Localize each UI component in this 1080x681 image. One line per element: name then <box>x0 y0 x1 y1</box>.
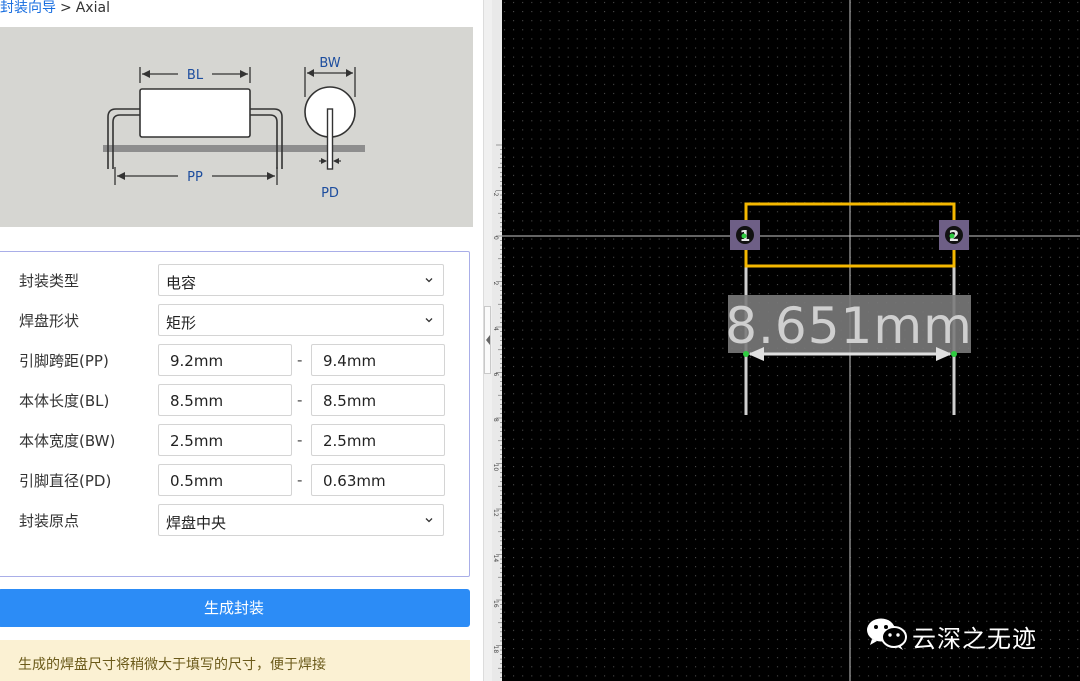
tip-banner: 生成的焊盘尺寸将稍微大于填写的尺寸，便于焊接 <box>0 640 470 681</box>
breadcrumb-link-wizard[interactable]: 封装向导 <box>0 0 56 16</box>
body-length-min-value: 8.5mm <box>170 392 224 410</box>
diagram-label-pp: PP <box>187 170 203 185</box>
dimension-anchor-right <box>951 351 957 357</box>
watermark-text: 云深之无迹 <box>912 625 1037 653</box>
pad-1-anchor <box>741 233 747 239</box>
package-type-label: 封装类型 <box>19 272 80 290</box>
pin-diameter-min-input[interactable]: 0.5mm <box>158 464 292 496</box>
pin-pitch-min-value: 9.2mm <box>170 352 224 370</box>
dimension-value: 8.651mm <box>725 297 973 355</box>
body-width-max-value: 2.5mm <box>323 432 377 450</box>
ruler-label: 14 <box>492 555 499 563</box>
pin-diameter-label: 引脚直径(PD) <box>19 472 112 490</box>
row-origin: 封装原点 焊盘中央 <box>0 504 469 540</box>
breadcrumb: 封装向导 > Axial <box>0 0 110 17</box>
origin-select[interactable]: 焊盘中央 <box>158 504 444 536</box>
diagram-label-bw: BW <box>319 56 340 71</box>
body-width-min-value: 2.5mm <box>170 432 224 450</box>
chevron-down-icon <box>425 278 433 283</box>
pcb-canvas[interactable]: 1 2 8.651mm <box>502 0 1080 681</box>
range-separator: - <box>297 471 303 489</box>
axial-dimension-diagram: BL PP BW PD <box>0 27 473 227</box>
pad-2-anchor <box>949 233 955 239</box>
pin-pitch-max-value: 9.4mm <box>323 352 377 370</box>
row-pin-pitch: 引脚跨距(PP) 9.2mm - 9.4mm <box>0 344 469 380</box>
body-length-label: 本体长度(BL) <box>19 392 110 410</box>
body-length-max-value: 8.5mm <box>323 392 377 410</box>
pin-diameter-min-value: 0.5mm <box>170 472 224 490</box>
body-width-min-input[interactable]: 2.5mm <box>158 424 292 456</box>
body-length-min-input[interactable]: 8.5mm <box>158 384 292 416</box>
pin-pitch-min-input[interactable]: 9.2mm <box>158 344 292 376</box>
ruler-label: 4 <box>492 327 499 331</box>
package-type-select[interactable]: 电容 <box>158 264 444 296</box>
collapse-arrow-icon <box>486 335 490 345</box>
row-package-type: 封装类型 电容 <box>0 264 469 300</box>
breadcrumb-current: Axial <box>75 0 110 16</box>
body-length-max-input[interactable]: 8.5mm <box>311 384 445 416</box>
row-body-length: 本体长度(BL) 8.5mm - 8.5mm <box>0 384 469 420</box>
pin-diameter-max-input[interactable]: 0.63mm <box>311 464 445 496</box>
tip-text: 生成的焊盘尺寸将稍微大于填写的尺寸，便于焊接 <box>18 657 326 673</box>
chevron-down-icon <box>425 518 433 523</box>
pad-shape-select[interactable]: 矩形 <box>158 304 444 336</box>
dimension-anchor-left <box>743 351 749 357</box>
ruler-label: 6 <box>492 373 499 377</box>
ruler-label: 12 <box>492 509 499 517</box>
ruler-label: 2 <box>492 282 499 286</box>
range-separator: - <box>297 351 303 369</box>
wizard-panel: 封装向导 > Axial BL PP BW PD 封装类型 电容 焊盘形状 矩形… <box>0 0 484 681</box>
row-body-width: 本体宽度(BW) 2.5mm - 2.5mm <box>0 424 469 460</box>
breadcrumb-separator: > <box>60 0 72 16</box>
origin-value: 焊盘中央 <box>166 514 227 532</box>
vertical-ruler: -2 0 2 4 6 8 10 12 14 16 18 <box>492 0 502 681</box>
ruler-label: 0 <box>492 236 499 240</box>
generate-package-button[interactable]: 生成封装 <box>0 589 470 627</box>
row-pad-shape: 焊盘形状 矩形 <box>0 304 469 340</box>
ruler-label: 16 <box>492 600 499 608</box>
body-width-label: 本体宽度(BW) <box>19 432 116 450</box>
ruler-label: 18 <box>492 646 499 654</box>
range-separator: - <box>297 391 303 409</box>
package-type-value: 电容 <box>166 274 197 292</box>
body-width-max-input[interactable]: 2.5mm <box>311 424 445 456</box>
pin-pitch-max-input[interactable]: 9.4mm <box>311 344 445 376</box>
ruler-label: 10 <box>492 464 499 472</box>
ruler-label: 8 <box>492 418 499 422</box>
row-pin-diameter: 引脚直径(PD) 0.5mm - 0.63mm <box>0 464 469 500</box>
range-separator: - <box>297 431 303 449</box>
pin-pitch-label: 引脚跨距(PP) <box>19 352 109 370</box>
diagram-label-bl: BL <box>187 68 204 83</box>
collapse-panel-handle[interactable] <box>484 306 491 374</box>
ruler-label: -2 <box>492 191 499 197</box>
pin-diameter-max-value: 0.63mm <box>323 472 386 490</box>
pad-shape-label: 焊盘形状 <box>19 312 80 330</box>
pad-shape-value: 矩形 <box>166 314 197 332</box>
chevron-down-icon <box>425 318 433 323</box>
origin-label: 封装原点 <box>19 512 80 530</box>
wechat-icon <box>867 618 907 650</box>
package-form: 封装类型 电容 焊盘形状 矩形 引脚跨距(PP) 9.2mm - 9.4mm 本… <box>0 251 470 577</box>
diagram-label-pd: PD <box>321 186 339 201</box>
